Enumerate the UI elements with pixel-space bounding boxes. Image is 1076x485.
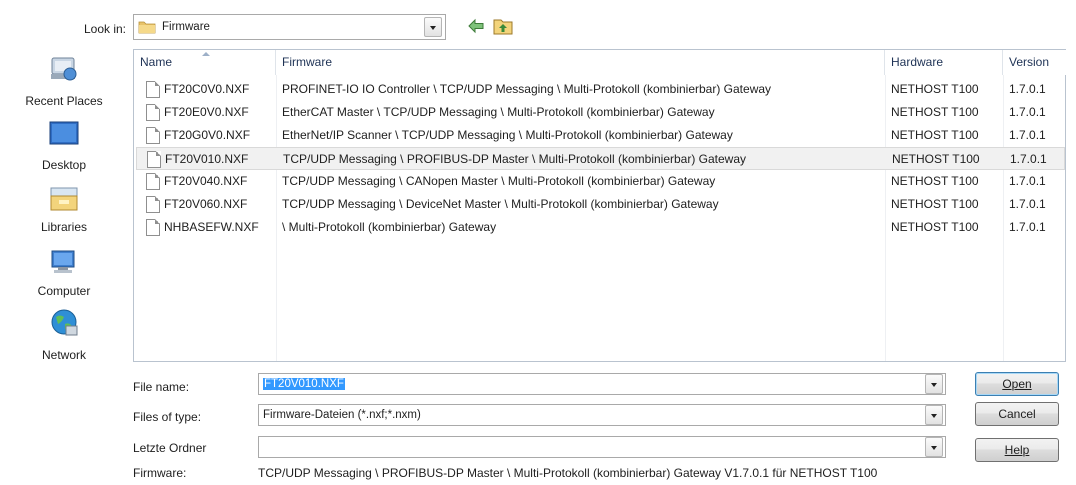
folder-icon <box>138 21 156 34</box>
hardware-cell: NETHOST T100 <box>891 174 979 188</box>
chevron-down-icon[interactable] <box>925 374 943 394</box>
file-name-label: File name: <box>133 380 190 394</box>
files-of-type-value: Firmware-Dateien (*.nxf;*.nxm) <box>263 409 421 421</box>
file-name-cell: FT20V040.NXF <box>164 174 248 188</box>
hardware-cell: NETHOST T100 <box>891 82 979 96</box>
file-icon <box>146 173 160 190</box>
version-cell: 1.7.0.1 <box>1009 174 1046 188</box>
version-cell: 1.7.0.1 <box>1009 105 1046 119</box>
place-computer[interactable]: Computer <box>0 242 128 302</box>
file-icon <box>146 196 160 213</box>
files-of-type-label: Files of type: <box>133 410 202 424</box>
place-label: Desktop <box>41 158 87 172</box>
table-row[interactable]: FT20C0V0.NXF PROFINET-IO IO Controller \ … <box>136 78 1065 101</box>
column-header-label: Firmware <box>282 55 332 69</box>
firmware-cell: TCP/UDP Messaging \ PROFIBUS-DP Master \… <box>283 152 747 166</box>
column-header-version[interactable]: Version <box>1003 50 1067 75</box>
sort-ascending-icon <box>202 52 210 56</box>
cancel-button[interactable]: Cancel <box>975 402 1059 426</box>
file-name-cell: FT20V010.NXF <box>165 152 249 166</box>
libraries-icon <box>50 187 78 211</box>
hardware-cell: NETHOST T100 <box>891 105 979 119</box>
recent-folder-select[interactable] <box>258 436 946 458</box>
firmware-cell: TCP/UDP Messaging \ CANopen Master \ Mul… <box>282 174 716 188</box>
place-desktop[interactable]: Desktop <box>0 114 128 174</box>
column-header-label: Hardware <box>891 55 944 69</box>
open-button[interactable]: Open <box>975 372 1059 396</box>
table-row[interactable]: NHBASEFW.NXF \ Multi-Protokoll (kombinie… <box>136 216 1065 239</box>
files-of-type-select[interactable]: Firmware-Dateien (*.nxf;*.nxm) <box>258 404 946 426</box>
version-cell: 1.7.0.1 <box>1009 220 1046 234</box>
back-arrow-icon[interactable] <box>466 16 486 36</box>
file-name-cell: FT20G0V0.NXF <box>164 128 251 142</box>
file-icon <box>147 151 161 168</box>
chevron-down-icon[interactable] <box>424 17 442 37</box>
table-row[interactable]: FT20E0V0.NXF EtherCAT Master \ TCP/UDP Me… <box>136 101 1065 124</box>
column-header-label: Version <box>1009 55 1050 69</box>
recent-folder-label: Letzte Ordner <box>133 441 207 455</box>
recent-places-icon <box>51 57 77 81</box>
chevron-down-icon[interactable] <box>925 405 943 425</box>
firmware-cell: TCP/UDP Messaging \ DeviceNet Master \ M… <box>282 197 719 211</box>
version-cell: 1.7.0.1 <box>1010 152 1047 166</box>
place-label: Network <box>41 348 86 362</box>
file-name-cell: NHBASEFW.NXF <box>164 220 259 234</box>
place-recent-places[interactable]: Recent Places <box>0 50 128 110</box>
file-icon <box>146 127 160 144</box>
column-header-firmware[interactable]: Firmware <box>276 50 885 75</box>
look-in-value: Firmware <box>162 21 210 33</box>
version-cell: 1.7.0.1 <box>1009 128 1046 142</box>
look-in-dropdown[interactable]: Firmware <box>133 14 446 40</box>
hardware-cell: NETHOST T100 <box>891 220 979 234</box>
place-label: Libraries <box>40 220 88 234</box>
firmware-description: TCP/UDP Messaging \ PROFIBUS-DP Master \… <box>258 466 878 480</box>
hardware-cell: NETHOST T100 <box>891 128 979 142</box>
column-header-name[interactable]: Name <box>134 50 276 75</box>
file-name-cell: FT20E0V0.NXF <box>164 105 249 119</box>
file-icon <box>146 219 160 236</box>
firmware-cell: \ Multi-Protokoll (kombinierbar) Gateway <box>282 220 497 234</box>
file-name-cell: FT20C0V0.NXF <box>164 82 250 96</box>
hardware-cell: NETHOST T100 <box>892 152 980 166</box>
column-header-hardware[interactable]: Hardware <box>885 50 1003 75</box>
place-label: Computer <box>37 284 91 298</box>
computer-icon <box>51 250 75 273</box>
file-icon <box>146 81 160 98</box>
file-name-value: FT20V010.NXF <box>263 378 345 390</box>
hardware-cell: NETHOST T100 <box>891 197 979 211</box>
table-row[interactable]: FT20V060.NXF TCP/UDP Messaging \ DeviceNe… <box>136 193 1065 216</box>
file-icon <box>146 104 160 121</box>
firmware-label: Firmware: <box>133 466 187 480</box>
table-row[interactable]: FT20G0V0.NXF EtherNet/IP Scanner \ TCP/UD… <box>136 124 1065 147</box>
place-libraries[interactable]: Libraries <box>0 178 128 238</box>
help-button[interactable]: Help <box>975 438 1059 462</box>
up-folder-icon[interactable] <box>492 15 514 37</box>
file-name-cell: FT20V060.NXF <box>164 197 248 211</box>
firmware-cell: EtherNet/IP Scanner \ TCP/UDP Messaging … <box>282 128 733 142</box>
file-name-input[interactable]: FT20V010.NXF <box>258 373 946 395</box>
firmware-cell: EtherCAT Master \ TCP/UDP Messaging \ Mu… <box>282 105 715 119</box>
desktop-icon <box>49 121 79 145</box>
place-label: Recent Places <box>25 94 103 108</box>
network-icon <box>51 309 78 336</box>
chevron-down-icon[interactable] <box>925 437 943 457</box>
column-header-label: Name <box>140 55 173 69</box>
places-bar: Recent Places Desktop Libraries Computer <box>0 50 128 380</box>
look-in-label: Look in: <box>83 22 126 36</box>
version-cell: 1.7.0.1 <box>1009 197 1046 211</box>
table-row[interactable]: FT20V010.NXF TCP/UDP Messaging \ PROFIBUS… <box>136 147 1065 170</box>
firmware-cell: PROFINET-IO IO Controller \ TCP/UDP Mess… <box>282 82 772 96</box>
place-network[interactable]: Network <box>0 306 128 370</box>
table-row[interactable]: FT20V040.NXF TCP/UDP Messaging \ CANopen … <box>136 170 1065 193</box>
file-list[interactable]: Name Firmware Hardware Version FT20C0V0.… <box>133 49 1067 362</box>
version-cell: 1.7.0.1 <box>1009 82 1046 96</box>
